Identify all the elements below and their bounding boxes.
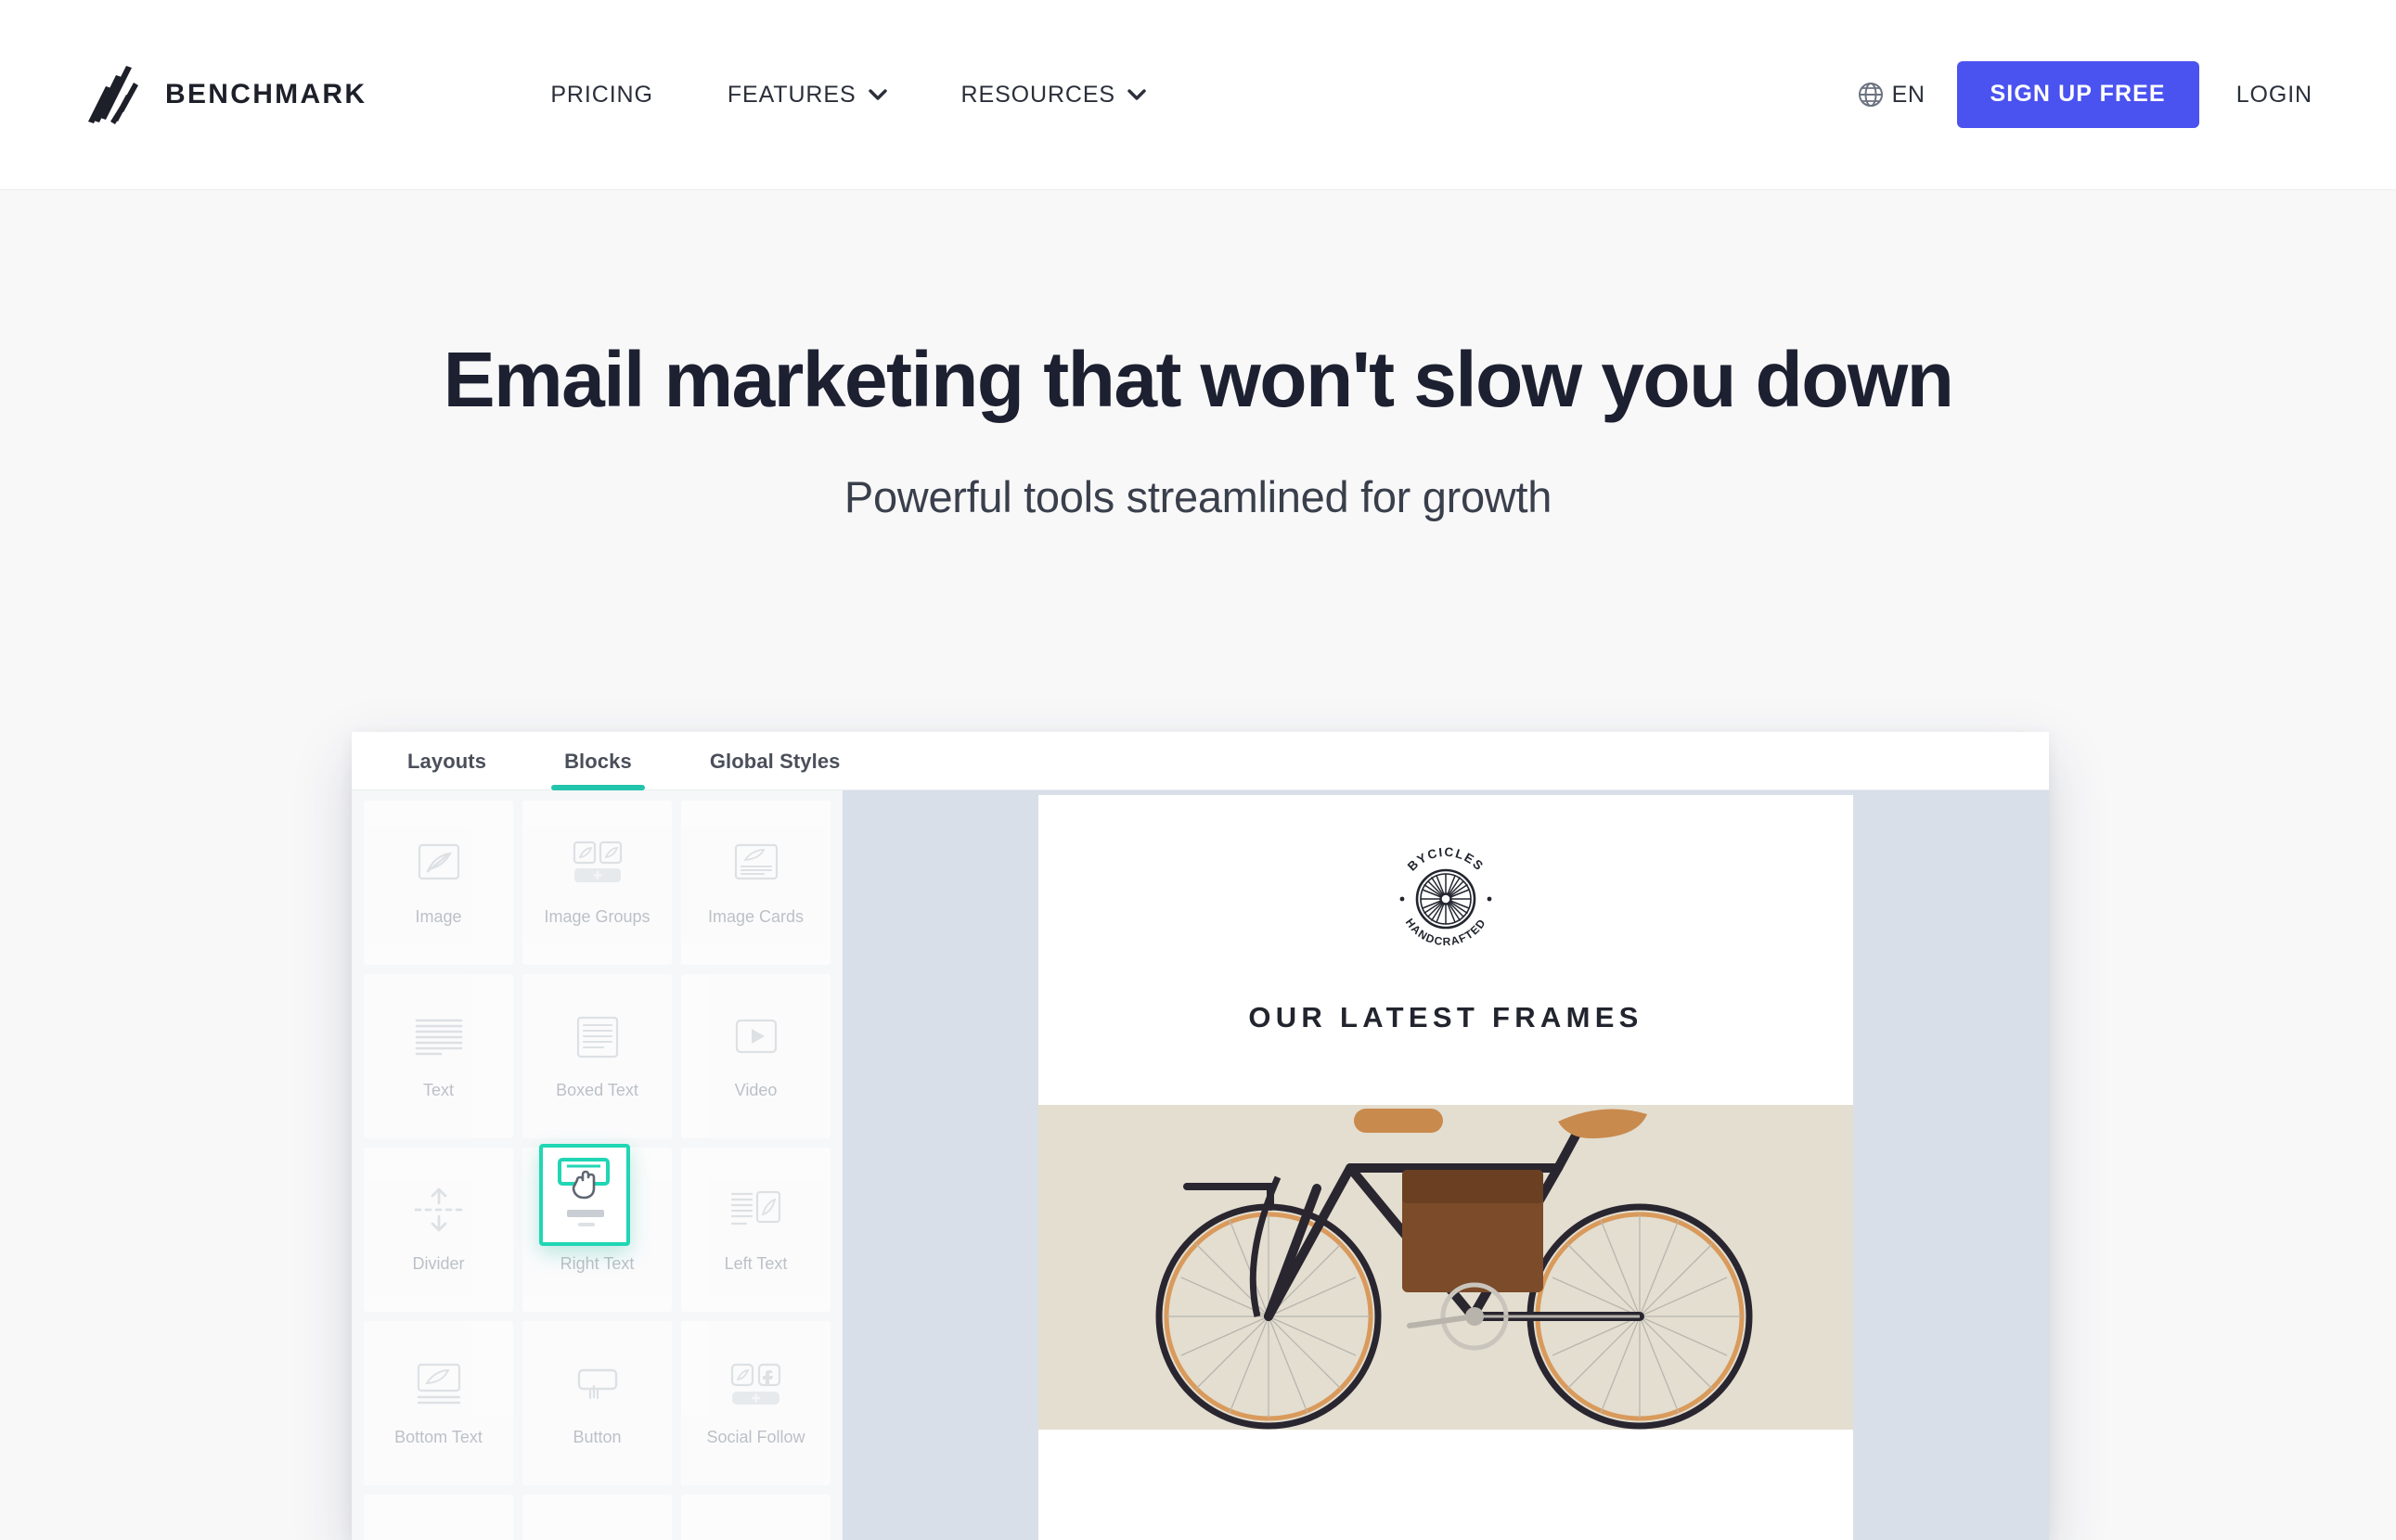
left-text-block-icon [730, 1190, 780, 1226]
block-card-label: Button [573, 1427, 622, 1446]
block-card-image[interactable]: Image [364, 801, 513, 965]
boxed-text-block-icon [576, 1016, 618, 1059]
tab-layouts[interactable]: Layouts [407, 750, 486, 789]
button-block-icon [577, 1368, 617, 1400]
dragged-block-ghost[interactable] [539, 1144, 630, 1246]
nav-item-features[interactable]: FEATURES [690, 82, 924, 109]
block-card-image-groups[interactable]: Image Groups [522, 801, 672, 965]
brand-logo-link[interactable]: BENCHMARK [85, 64, 367, 125]
chevron-down-icon [868, 89, 887, 100]
block-card-social-follow[interactable]: Social Follow [681, 1321, 831, 1485]
block-card-label: Right Text [560, 1253, 635, 1273]
block-card-button[interactable]: Button [522, 1321, 672, 1485]
editor-body: Image Image Groups Image Cards Text Boxe… [352, 790, 2049, 1540]
block-card-label: Image [415, 906, 462, 926]
block-card-video[interactable]: Video [681, 974, 831, 1138]
block-palette: Image Image Groups Image Cards Text Boxe… [352, 790, 843, 1540]
globe-icon [1858, 83, 1883, 107]
editor-mockup: Layouts Blocks Global Styles Image Image… [352, 732, 2049, 1540]
text-block-icon [415, 1019, 462, 1056]
bottom-text-block-icon [417, 1363, 460, 1405]
video-block-icon [735, 1019, 777, 1054]
block-card-text[interactable]: Text [364, 974, 513, 1138]
tab-label: Layouts [407, 750, 487, 773]
hero-title: Email marketing that won't slow you down [443, 336, 1954, 423]
bicycle-illustration [1155, 1109, 1753, 1430]
vintage-bicycle-photo [1038, 1068, 1853, 1467]
block-card-label: Divider [412, 1253, 465, 1273]
block-card-label: Text [422, 1080, 454, 1099]
chevron-down-icon [1127, 89, 1146, 100]
hero-section: Email marketing that won't slow you down… [0, 339, 2396, 522]
nav-item-pricing[interactable]: PRICING [513, 82, 689, 109]
brand-name: BENCHMARK [165, 79, 367, 109]
sign-up-free-button[interactable]: SIGN UP FREE [1956, 61, 2199, 128]
header-actions: EN SIGN UP FREE LOGIN [1857, 61, 2312, 128]
nav-item-label: PRICING [550, 81, 653, 108]
block-card-partial-b[interactable] [522, 1495, 672, 1540]
block-card-label: Bottom Text [394, 1427, 483, 1446]
block-card-partial-c[interactable] [681, 1495, 831, 1540]
block-card-divider[interactable]: Divider [364, 1148, 513, 1312]
site-header: BENCHMARK PRICING FEATURES RESOURCES EN … [0, 0, 2396, 190]
nav-item-resources[interactable]: RESOURCES [924, 82, 1183, 109]
block-card-label: Left Text [724, 1253, 788, 1273]
nav-item-label: RESOURCES [960, 81, 1116, 108]
button-drag-cursor-icon [558, 1158, 610, 1226]
block-card-label: Boxed Text [556, 1080, 638, 1099]
login-link[interactable]: LOGIN [2199, 82, 2312, 109]
hero-subtitle: Powerful tools streamlined for growth [844, 472, 1552, 522]
block-card-label: Video [734, 1080, 778, 1099]
editor-tabbar: Layouts Blocks Global Styles [352, 732, 2049, 790]
tab-blocks[interactable]: Blocks [551, 750, 645, 790]
image-groups-block-icon [573, 841, 622, 882]
block-card-label: Image Groups [544, 906, 651, 926]
language-selector[interactable]: EN [1857, 81, 1957, 109]
block-card-left-text[interactable]: Left Text [681, 1148, 831, 1312]
tab-label: Global Styles [709, 750, 841, 773]
block-card-image-cards[interactable]: Image Cards [681, 801, 831, 965]
email-headline: OUR LATEST FRAMES [1248, 1001, 1643, 1033]
block-card-partial-a[interactable] [364, 1495, 513, 1540]
main-nav: PRICING FEATURES RESOURCES [513, 82, 1183, 109]
benchmark-slashes-logo [88, 66, 138, 124]
bicycle-wheel-badge-logo: BYCICLES HANDCRAFTED [1399, 845, 1492, 948]
block-card-boxed-text[interactable]: Boxed Text [522, 974, 672, 1138]
nav-item-label: FEATURES [727, 81, 857, 108]
tab-label: Blocks [564, 750, 632, 773]
block-card-label: Image Cards [707, 906, 805, 926]
language-code: EN [1891, 81, 1926, 108]
image-block-icon [418, 843, 459, 880]
social-follow-block-icon [730, 1363, 780, 1405]
tab-global-styles[interactable]: Global Styles [710, 750, 841, 789]
divider-block-icon [414, 1187, 463, 1232]
email-document[interactable]: BYCICLES HANDCRAFTED OUR LATEST FRAMES [1038, 795, 1853, 1540]
block-card-bottom-text[interactable]: Bottom Text [364, 1321, 513, 1485]
block-card-label: Social Follow [706, 1427, 805, 1446]
email-preview-canvas: BYCICLES HANDCRAFTED OUR LATEST FRAMES [843, 790, 2049, 1540]
image-cards-block-icon [734, 843, 778, 880]
